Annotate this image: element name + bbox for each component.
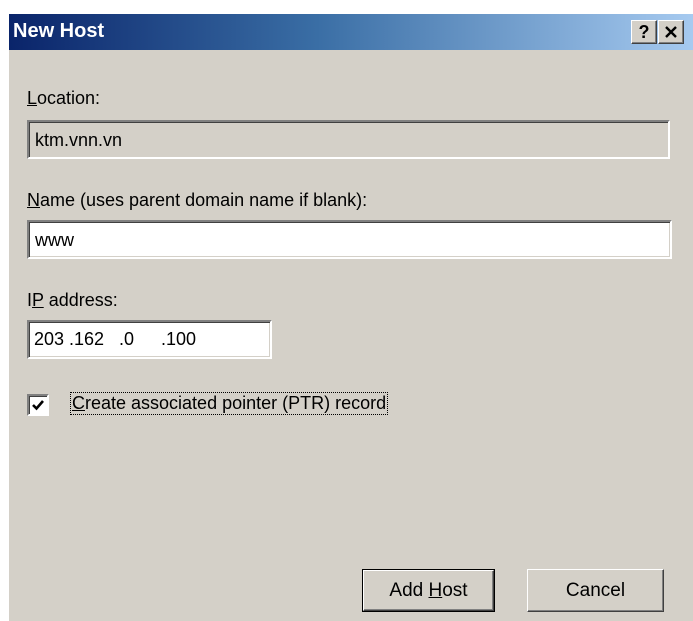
- add-host-label: Add Host: [389, 579, 468, 601]
- ptr-checkbox[interactable]: [27, 394, 49, 416]
- close-icon: [665, 26, 677, 38]
- name-label: Name (uses parent domain name if blank):: [27, 190, 368, 210]
- ip-octet-3[interactable]: .0: [119, 329, 161, 350]
- dialog-title: New Host: [13, 20, 105, 42]
- new-host-dialog: New Host ? Location: ktm.vnn.vn Name (us…: [7, 12, 693, 621]
- ip-address-input[interactable]: 203 .162 .0 .100: [27, 320, 272, 359]
- ip-octet-2[interactable]: .162: [69, 329, 119, 350]
- checkmark-icon: [32, 400, 44, 411]
- location-label: Location:: [27, 88, 101, 108]
- ip-octet-1[interactable]: 203: [34, 329, 69, 350]
- add-host-button[interactable]: Add Host: [362, 569, 495, 612]
- ptr-checkbox-label[interactable]: Create associated pointer (PTR) record: [69, 392, 389, 415]
- help-icon: ?: [638, 21, 650, 42]
- location-field: ktm.vnn.vn: [27, 120, 670, 159]
- ip-address-label: IP address:: [27, 290, 118, 310]
- title-bar: New Host ?: [9, 14, 693, 50]
- ip-octet-4[interactable]: .100: [161, 329, 211, 350]
- help-button[interactable]: ?: [631, 20, 657, 44]
- close-button[interactable]: [658, 20, 684, 44]
- cancel-label: Cancel: [565, 579, 626, 601]
- cancel-button[interactable]: Cancel: [527, 569, 664, 612]
- name-input[interactable]: www: [27, 220, 672, 259]
